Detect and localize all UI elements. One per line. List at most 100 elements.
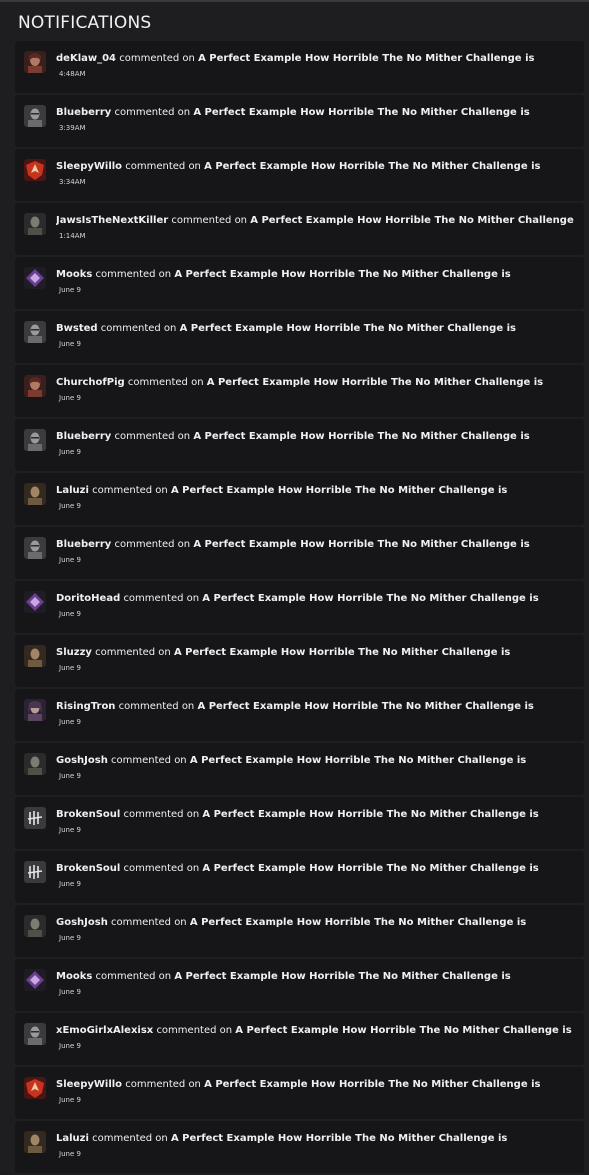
- user-name-link[interactable]: Blueberry: [56, 431, 111, 442]
- portrait-dark-avatar[interactable]: [24, 213, 46, 235]
- post-title-link[interactable]: A Perfect Example How Horrible The No Mi…: [180, 323, 516, 334]
- notification-text: BrokenSoul commented on A Perfect Exampl…: [56, 808, 578, 821]
- notification-item[interactable]: Blueberry commented on A Perfect Example…: [15, 419, 584, 471]
- portrait-gray-avatar[interactable]: [24, 105, 46, 127]
- post-title-link[interactable]: A Perfect Example How Horrible The No Mi…: [204, 161, 540, 172]
- notification-text: BrokenSoul commented on A Perfect Exampl…: [56, 862, 578, 875]
- notification-item[interactable]: Bwsted commented on A Perfect Example Ho…: [15, 311, 584, 363]
- post-title-link[interactable]: A Perfect Example How Horrible The No Mi…: [197, 701, 533, 712]
- notification-item[interactable]: Mooks commented on A Perfect Example How…: [15, 959, 584, 1011]
- post-title-link[interactable]: A Perfect Example How Horrible The No Mi…: [190, 917, 526, 928]
- user-name-link[interactable]: JawsIsTheNextKiller: [56, 215, 168, 226]
- user-name-link[interactable]: SleepyWillo: [56, 1079, 122, 1090]
- portrait-brown-avatar[interactable]: [24, 645, 46, 667]
- post-title-link[interactable]: A Perfect Example How Horrible The No Mi…: [174, 647, 510, 658]
- notification-text: Mooks commented on A Perfect Example How…: [56, 970, 578, 983]
- notification-item[interactable]: Blueberry commented on A Perfect Example…: [15, 95, 584, 147]
- notification-time: June 9: [59, 340, 81, 348]
- red-badge-avatar[interactable]: [24, 159, 46, 181]
- portrait-red-avatar[interactable]: [24, 375, 46, 397]
- user-name-link[interactable]: Laluzi: [56, 485, 89, 496]
- notification-time: 4:48AM: [59, 70, 86, 78]
- user-name-link[interactable]: Laluzi: [56, 1133, 89, 1144]
- post-title-link[interactable]: A Perfect Example How Horrible The No Mi…: [202, 809, 538, 820]
- post-title-link[interactable]: A Perfect Example How Horrible The No Mi…: [250, 215, 578, 226]
- notification-item[interactable]: RisingTron commented on A Perfect Exampl…: [15, 689, 584, 741]
- portrait-purple-avatar[interactable]: [24, 699, 46, 721]
- portrait-brown-avatar[interactable]: [24, 483, 46, 505]
- user-name-link[interactable]: Blueberry: [56, 539, 111, 550]
- post-title-link[interactable]: A Perfect Example How Horrible The No Mi…: [174, 971, 510, 982]
- notification-item[interactable]: JawsIsTheNextKiller commented on A Perfe…: [15, 203, 584, 255]
- user-name-link[interactable]: Sluzzy: [56, 647, 92, 658]
- notification-text: Blueberry commented on A Perfect Example…: [56, 538, 578, 551]
- notification-item[interactable]: Mooks commented on A Perfect Example How…: [15, 257, 584, 309]
- notification-item[interactable]: SleepyWillo commented on A Perfect Examp…: [15, 1067, 584, 1119]
- user-name-link[interactable]: Bwsted: [56, 323, 98, 334]
- red-badge-avatar[interactable]: [24, 1077, 46, 1099]
- purple-diamond-avatar[interactable]: [24, 267, 46, 289]
- notification-item[interactable]: Blueberry commented on A Perfect Example…: [15, 527, 584, 579]
- notification-action: commented on: [127, 377, 204, 388]
- portrait-gray-avatar[interactable]: [24, 321, 46, 343]
- post-title-link[interactable]: A Perfect Example How Horrible The No Mi…: [174, 269, 510, 280]
- portrait-red-avatar[interactable]: [24, 51, 46, 73]
- notification-item[interactable]: BrokenSoul commented on A Perfect Exampl…: [15, 851, 584, 903]
- portrait-dark-avatar[interactable]: [24, 753, 46, 775]
- post-title-link[interactable]: A Perfect Example How Horrible The No Mi…: [171, 1133, 507, 1144]
- user-name-link[interactable]: GoshJosh: [56, 917, 108, 928]
- dbd-logo-avatar[interactable]: [24, 807, 46, 829]
- user-name-link[interactable]: ChurchofPig: [56, 377, 125, 388]
- notification-item[interactable]: SleepyWillo commented on A Perfect Examp…: [15, 149, 584, 201]
- notification-item[interactable]: BrokenSoul commented on A Perfect Exampl…: [15, 797, 584, 849]
- notification-action: commented on: [114, 539, 191, 550]
- notification-time: June 9: [59, 448, 81, 456]
- user-name-link[interactable]: GoshJosh: [56, 755, 108, 766]
- user-name-link[interactable]: deKlaw_04: [56, 53, 116, 64]
- post-title-link[interactable]: A Perfect Example How Horrible The No Mi…: [202, 593, 538, 604]
- notification-item[interactable]: xEmoGirlxAlexisx commented on A Perfect …: [15, 1013, 584, 1065]
- user-name-link[interactable]: BrokenSoul: [56, 809, 120, 820]
- notification-action: commented on: [95, 971, 172, 982]
- post-title-link[interactable]: A Perfect Example How Horrible The No Mi…: [202, 863, 538, 874]
- notification-item[interactable]: GoshJosh commented on A Perfect Example …: [15, 905, 584, 957]
- notification-item[interactable]: ChurchofPig commented on A Perfect Examp…: [15, 365, 584, 417]
- portrait-gray-avatar[interactable]: [24, 429, 46, 451]
- user-name-link[interactable]: BrokenSoul: [56, 863, 120, 874]
- post-title-link[interactable]: A Perfect Example How Horrible The No Mi…: [193, 107, 529, 118]
- post-title-link[interactable]: A Perfect Example How Horrible The No Mi…: [190, 755, 526, 766]
- post-title-link[interactable]: A Perfect Example How Horrible The No Mi…: [193, 431, 529, 442]
- notification-action: commented on: [95, 269, 172, 280]
- purple-diamond-avatar[interactable]: [24, 969, 46, 991]
- portrait-gray-avatar[interactable]: [24, 1023, 46, 1045]
- post-title-link[interactable]: A Perfect Example How Horrible The No Mi…: [207, 377, 543, 388]
- notification-item[interactable]: Sluzzy commented on A Perfect Example Ho…: [15, 635, 584, 687]
- notification-text: Mooks commented on A Perfect Example How…: [56, 268, 578, 281]
- purple-diamond-avatar[interactable]: [24, 591, 46, 613]
- notification-item[interactable]: Laluzi commented on A Perfect Example Ho…: [15, 1121, 584, 1173]
- user-name-link[interactable]: xEmoGirlxAlexisx: [56, 1025, 153, 1036]
- user-name-link[interactable]: Blueberry: [56, 107, 111, 118]
- notification-item[interactable]: DoritoHead commented on A Perfect Exampl…: [15, 581, 584, 633]
- post-title-link[interactable]: A Perfect Example How Horrible The No Mi…: [171, 485, 507, 496]
- portrait-gray-avatar[interactable]: [24, 537, 46, 559]
- user-name-link[interactable]: Mooks: [56, 971, 92, 982]
- notification-action: commented on: [156, 1025, 233, 1036]
- post-title-link[interactable]: A Perfect Example How Horrible The No Mi…: [204, 1079, 540, 1090]
- user-name-link[interactable]: SleepyWillo: [56, 161, 122, 172]
- notification-item[interactable]: Laluzi commented on A Perfect Example Ho…: [15, 473, 584, 525]
- notification-item[interactable]: deKlaw_04 commented on A Perfect Example…: [15, 41, 584, 93]
- notification-item[interactable]: GoshJosh commented on A Perfect Example …: [15, 743, 584, 795]
- post-title-link[interactable]: A Perfect Example How Horrible The No Mi…: [235, 1025, 571, 1036]
- post-title-link[interactable]: A Perfect Example How Horrible The No Mi…: [198, 53, 534, 64]
- post-title-link[interactable]: A Perfect Example How Horrible The No Mi…: [193, 539, 529, 550]
- notification-text: GoshJosh commented on A Perfect Example …: [56, 754, 578, 767]
- portrait-brown-avatar[interactable]: [24, 1131, 46, 1153]
- user-name-link[interactable]: DoritoHead: [56, 593, 120, 604]
- user-name-link[interactable]: RisingTron: [56, 701, 115, 712]
- dbd-logo-avatar[interactable]: [24, 861, 46, 883]
- user-name-link[interactable]: Mooks: [56, 269, 92, 280]
- notification-time: 3:34AM: [59, 178, 86, 186]
- notification-text: deKlaw_04 commented on A Perfect Example…: [56, 52, 578, 65]
- portrait-dark-avatar[interactable]: [24, 915, 46, 937]
